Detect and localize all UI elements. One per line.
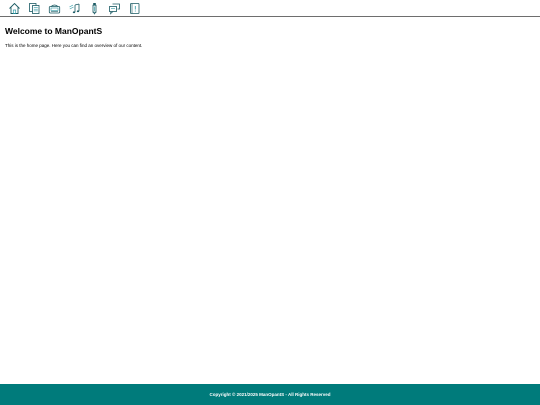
main-content: Welcome to ManOpantS This is the home pa…: [0, 17, 540, 49]
music-notes-icon: [69, 3, 80, 13]
cassette-player-button[interactable]: [48, 2, 61, 15]
page-title: Welcome to ManOpantS: [5, 26, 103, 36]
music-button[interactable]: [68, 2, 81, 15]
book-button[interactable]: [128, 2, 141, 15]
footer: Copyright © 2021/2025 ManOpantS - All Ri…: [0, 384, 540, 405]
chat-button[interactable]: [108, 2, 121, 15]
book-icon: [130, 2, 140, 14]
home-icon: [9, 2, 20, 14]
home-page: Welcome to ManOpantS This is the home pa…: [0, 0, 540, 405]
top-toolbar: [0, 0, 540, 17]
documents-button[interactable]: [28, 2, 41, 15]
marker-button[interactable]: [88, 2, 101, 15]
documents-icon: [29, 2, 40, 14]
marker-icon: [92, 2, 97, 15]
cassette-player-icon: [48, 4, 61, 13]
copyright-text: Copyright © 2021/2025 ManOpantS - All Ri…: [209, 392, 331, 397]
home-button[interactable]: [8, 2, 21, 15]
intro-text: This is the home page. Here you can find…: [5, 43, 143, 48]
chat-bubbles-icon: [109, 3, 120, 15]
